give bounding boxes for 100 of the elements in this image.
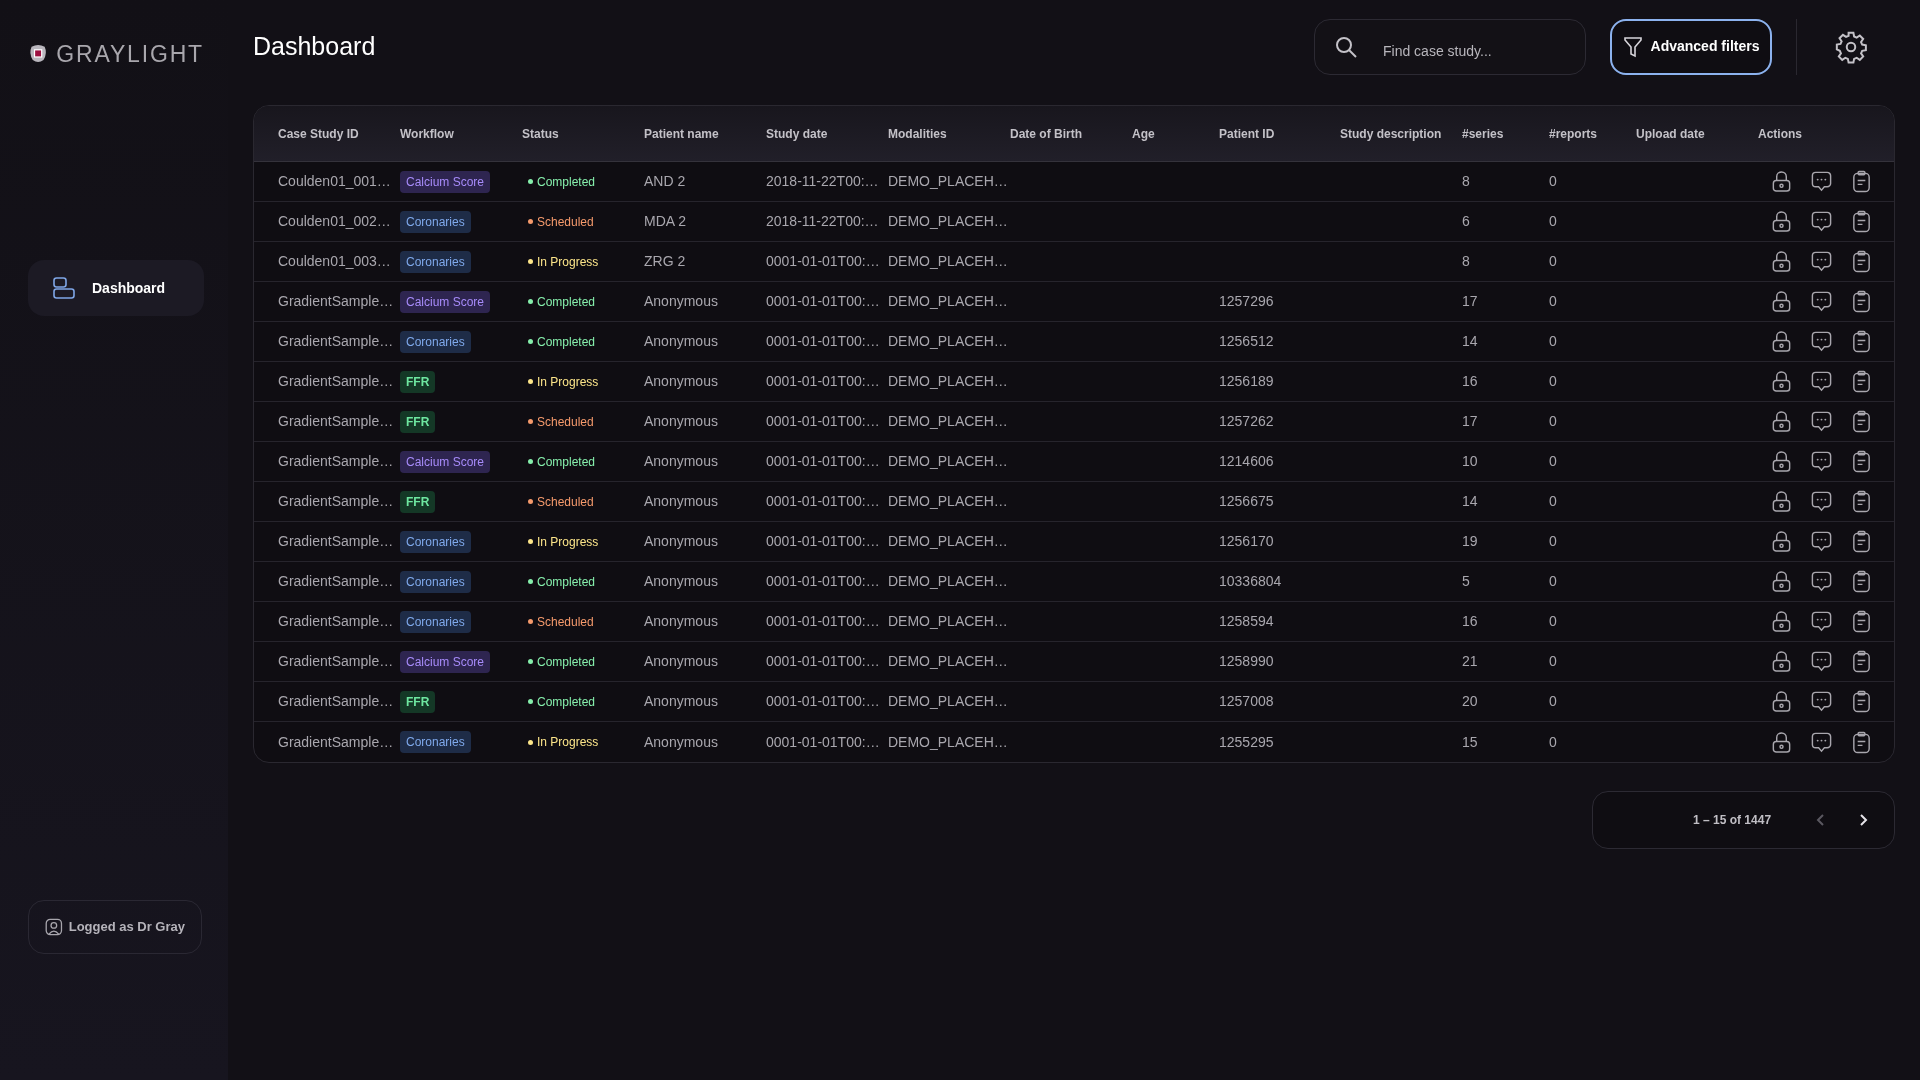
table-cell-text: 2018-11-22T00:… bbox=[766, 172, 879, 191]
table-cell-text: GradientSample… bbox=[278, 412, 394, 431]
clipboard-icon[interactable] bbox=[1850, 250, 1873, 273]
status-label: In Progress bbox=[537, 373, 599, 391]
sidebar-item[interactable]: Dashboard bbox=[28, 260, 204, 316]
comment-icon[interactable] bbox=[1810, 450, 1833, 473]
lock-icon[interactable] bbox=[1770, 730, 1793, 754]
column-header: Actions bbox=[1758, 125, 1802, 143]
table-cell-text: DEMO_PLACEH… bbox=[888, 332, 1008, 351]
clipboard-icon[interactable] bbox=[1850, 530, 1873, 553]
workflow-tag: Coronaries bbox=[400, 610, 471, 633]
lock-icon[interactable] bbox=[1770, 610, 1793, 633]
comment-icon[interactable] bbox=[1810, 250, 1833, 273]
lock-icon[interactable] bbox=[1770, 290, 1793, 313]
lock-icon[interactable] bbox=[1770, 530, 1793, 553]
search-icon bbox=[1334, 34, 1358, 59]
lock-icon[interactable] bbox=[1770, 250, 1793, 273]
workflow-tag: Coronaries bbox=[400, 731, 471, 753]
table-cell-text: ZRG 2 bbox=[644, 252, 686, 271]
clipboard-icon[interactable] bbox=[1850, 490, 1873, 513]
table-cell-text: DEMO_PLACEH… bbox=[888, 292, 1008, 311]
lock-icon[interactable] bbox=[1770, 170, 1793, 193]
lock-icon[interactable] bbox=[1770, 330, 1793, 353]
user-icon bbox=[45, 916, 63, 938]
table-cell-text: 0001-01-01T00:… bbox=[766, 452, 880, 471]
table-cell-text: DEMO_PLACEH… bbox=[888, 492, 1008, 511]
table-cell-text: 1214606 bbox=[1219, 452, 1274, 471]
advanced-filters-button[interactable]: Advanced filters bbox=[1610, 18, 1772, 75]
search-field[interactable]: Find case study... bbox=[1314, 18, 1586, 75]
status-label: Scheduled bbox=[537, 613, 594, 631]
lock-icon[interactable] bbox=[1770, 650, 1793, 673]
status-label: Completed bbox=[537, 573, 596, 591]
table-cell-text: 0 bbox=[1549, 492, 1557, 511]
comment-icon[interactable] bbox=[1810, 490, 1833, 513]
clipboard-icon[interactable] bbox=[1850, 570, 1873, 593]
comment-icon[interactable] bbox=[1810, 730, 1833, 754]
table-cell-text: DEMO_PLACEH… bbox=[888, 252, 1008, 271]
table-cell-text: 0001-01-01T00:… bbox=[766, 532, 880, 551]
page-title: Dashboard bbox=[253, 30, 376, 62]
clipboard-icon[interactable] bbox=[1850, 370, 1873, 393]
table-cell-text: GradientSample… bbox=[278, 652, 394, 671]
comment-icon[interactable] bbox=[1810, 530, 1833, 553]
lock-icon[interactable] bbox=[1770, 450, 1793, 473]
comment-icon[interactable] bbox=[1810, 570, 1833, 593]
table-cell-text: 1257262 bbox=[1219, 412, 1274, 431]
lock-icon[interactable] bbox=[1770, 210, 1793, 233]
clipboard-icon[interactable] bbox=[1850, 210, 1873, 233]
workflow-tag: FFR bbox=[400, 410, 436, 433]
workflow-tag: FFR bbox=[400, 370, 436, 393]
clipboard-icon[interactable] bbox=[1850, 410, 1873, 433]
table-cell-text: 0 bbox=[1549, 572, 1557, 591]
table-cell-text: GradientSample… bbox=[278, 292, 394, 311]
table-cell-text: 1256189 bbox=[1219, 372, 1274, 391]
comment-icon[interactable] bbox=[1810, 650, 1833, 673]
clipboard-icon[interactable] bbox=[1850, 170, 1873, 193]
table-cell-text: Anonymous bbox=[644, 332, 718, 351]
clipboard-icon[interactable] bbox=[1850, 650, 1873, 673]
column-header: Status bbox=[522, 125, 559, 143]
table-cell-text: 6 bbox=[1462, 212, 1470, 231]
comment-icon[interactable] bbox=[1810, 410, 1833, 433]
filter-icon bbox=[1622, 35, 1643, 58]
lock-icon[interactable] bbox=[1770, 570, 1793, 593]
status-label: Completed bbox=[537, 693, 596, 711]
table-cell-text: GradientSample… bbox=[278, 572, 394, 591]
comment-icon[interactable] bbox=[1810, 290, 1833, 313]
clipboard-icon[interactable] bbox=[1850, 730, 1873, 754]
table-cell-text: 0 bbox=[1549, 252, 1557, 271]
column-header: Study date bbox=[766, 125, 828, 143]
table-cell-text: 8 bbox=[1462, 172, 1470, 191]
table-cell-text: 10 bbox=[1462, 452, 1478, 471]
table-cell-text: 0001-01-01T00:… bbox=[766, 692, 880, 711]
workflow-tag: Coronaries bbox=[400, 330, 471, 353]
comment-icon[interactable] bbox=[1810, 610, 1833, 633]
table-cell-text: 1258990 bbox=[1219, 652, 1274, 671]
lock-icon[interactable] bbox=[1770, 690, 1793, 713]
status-label: Scheduled bbox=[537, 413, 594, 431]
workflow-tag: Coronaries bbox=[400, 250, 471, 273]
table-cell-text: Anonymous bbox=[644, 612, 718, 631]
comment-icon[interactable] bbox=[1810, 210, 1833, 233]
clipboard-icon[interactable] bbox=[1850, 290, 1873, 313]
comment-icon[interactable] bbox=[1810, 330, 1833, 353]
status-label: Completed bbox=[537, 333, 596, 351]
lock-icon[interactable] bbox=[1770, 410, 1793, 433]
table-cell-text: 1257008 bbox=[1219, 692, 1274, 711]
table-cell-text: Anonymous bbox=[644, 692, 718, 711]
comment-icon[interactable] bbox=[1810, 370, 1833, 393]
user-badge[interactable]: Logged as Dr Gray bbox=[28, 900, 202, 954]
lock-icon[interactable] bbox=[1770, 370, 1793, 393]
clipboard-icon[interactable] bbox=[1850, 690, 1873, 713]
user-label: Logged as Dr Gray bbox=[68, 918, 185, 937]
clipboard-icon[interactable] bbox=[1850, 450, 1873, 473]
status-label: Scheduled bbox=[537, 493, 594, 511]
comment-icon[interactable] bbox=[1810, 690, 1833, 713]
table-cell-text: 0001-01-01T00:… bbox=[766, 252, 880, 271]
table-cell-text: 0 bbox=[1549, 172, 1557, 191]
clipboard-icon[interactable] bbox=[1850, 610, 1873, 633]
comment-icon[interactable] bbox=[1810, 170, 1833, 193]
clipboard-icon[interactable] bbox=[1850, 330, 1873, 353]
brand-name: GRAYLIGHT bbox=[56, 39, 204, 69]
lock-icon[interactable] bbox=[1770, 490, 1793, 513]
